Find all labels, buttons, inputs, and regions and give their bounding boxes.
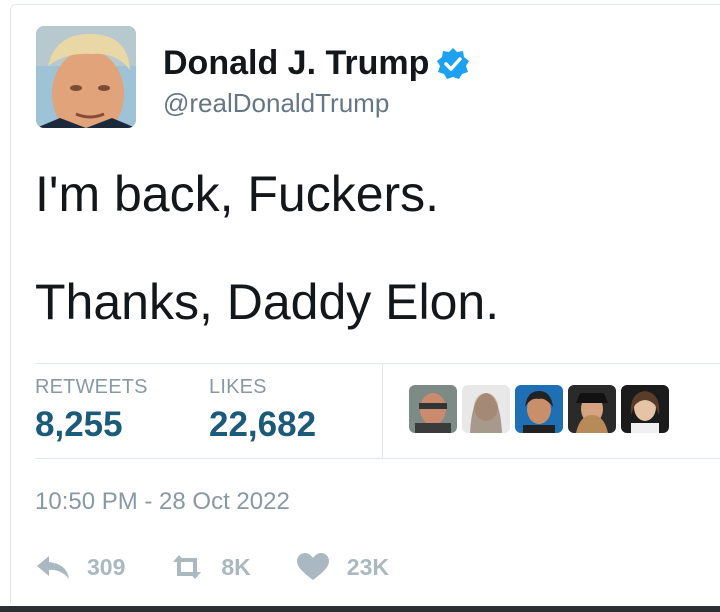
- likes-label: LIKES: [209, 376, 267, 398]
- like-button[interactable]: 23K: [295, 552, 389, 582]
- retweets-value: 8,255: [35, 405, 123, 444]
- like-count: 23K: [346, 553, 389, 580]
- reply-icon: [37, 556, 69, 579]
- liker-avatar[interactable]: [515, 385, 563, 433]
- verified-badge-icon: [437, 47, 470, 79]
- divider: [35, 363, 720, 364]
- liker-avatar[interactable]: [568, 385, 616, 433]
- author-display-name[interactable]: Donald J. Trump: [163, 44, 429, 83]
- retweet-icon: [173, 555, 202, 579]
- divider: [35, 458, 720, 459]
- likes-stat[interactable]: LIKES 22,682: [209, 376, 316, 445]
- liker-avatars: [409, 385, 674, 433]
- tweet-timestamp[interactable]: 10:50 PM - 28 Oct 2022: [35, 488, 290, 516]
- heart-icon: [296, 553, 329, 580]
- tweet-actions: 309 8K 23K: [35, 552, 433, 582]
- retweet-count: 8K: [221, 553, 251, 580]
- author-handle[interactable]: @realDonaldTrump: [163, 88, 389, 119]
- stats-separator: [382, 364, 383, 458]
- tweet-text-line: Thanks, Daddy Elon.: [35, 274, 500, 330]
- reply-button[interactable]: 309: [35, 552, 125, 582]
- retweets-label: RETWEETS: [35, 376, 148, 398]
- likes-value: 22,682: [209, 405, 317, 444]
- liker-avatar[interactable]: [621, 385, 669, 433]
- tweet-text-line: I'm back, Fuckers.: [35, 166, 440, 222]
- window-bottom-edge: [0, 606, 720, 612]
- author-avatar[interactable]: [36, 26, 136, 128]
- liker-avatar[interactable]: [462, 385, 510, 433]
- retweets-stat[interactable]: RETWEETS 8,255: [35, 376, 148, 445]
- reply-count: 309: [87, 553, 126, 580]
- liker-avatar[interactable]: [409, 385, 457, 433]
- retweet-button[interactable]: 8K: [169, 552, 251, 582]
- tweet-text: I'm back, Fuckers. Thanks, Daddy Elon.: [35, 165, 695, 331]
